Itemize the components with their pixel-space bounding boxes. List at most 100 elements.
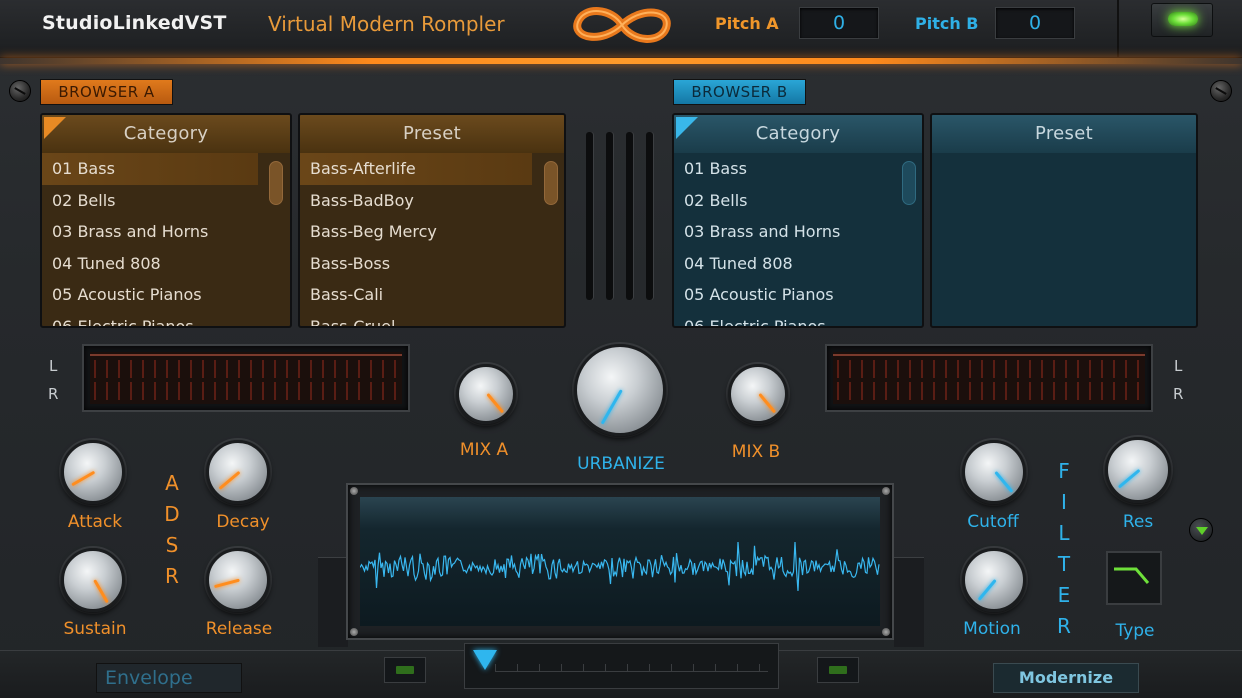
urbanize-label: URBANIZE	[577, 454, 665, 474]
waveform-display	[346, 483, 894, 640]
list-item[interactable]: 02 Bells	[42, 185, 290, 217]
meter-row-l	[94, 360, 398, 378]
list-item[interactable]: 06 Electric Pianos	[674, 311, 922, 327]
speaker-grille	[646, 132, 653, 300]
led-indicator-right[interactable]	[817, 657, 859, 683]
mix-a-label: MIX A	[459, 440, 509, 460]
knob-indicator	[758, 393, 777, 414]
meter-display	[833, 352, 1145, 404]
corner-marker-icon	[676, 117, 698, 139]
sustain-knob[interactable]	[61, 548, 125, 612]
meter-left-l-label: L	[49, 357, 58, 375]
level-meter-b	[825, 344, 1153, 412]
browser-a-category-list: 01 Bass 02 Bells 03 Brass and Horns 04 T…	[42, 153, 290, 327]
corner-marker-icon	[44, 117, 66, 139]
list-item[interactable]: Bass-BadBoy	[300, 185, 564, 217]
browser-b-preset-panel: Preset	[930, 113, 1198, 328]
slider-thumb-icon[interactable]	[473, 650, 497, 670]
list-item[interactable]: Bass-Cali	[300, 279, 564, 311]
motion-label: Motion	[963, 619, 1021, 639]
knob-indicator	[977, 579, 997, 601]
filter-type-selector[interactable]	[1106, 551, 1162, 605]
mix-a-knob[interactable]	[456, 364, 516, 424]
urbanize-knob[interactable]	[574, 344, 666, 436]
knob-indicator	[93, 579, 109, 604]
attack-label: Attack	[67, 512, 123, 532]
app-title: Virtual Modern Rompler	[268, 12, 505, 36]
speaker-grille	[606, 132, 613, 300]
browser-a-preset-panel: Preset Bass-Afterlife Bass-BadBoy Bass-B…	[298, 113, 566, 328]
res-label: Res	[1122, 512, 1154, 532]
bolt-icon	[350, 487, 358, 495]
list-item[interactable]: Bass-Afterlife	[300, 153, 532, 185]
level-meter-a	[82, 344, 410, 412]
list-item[interactable]: 01 Bass	[674, 153, 922, 185]
header-divider	[1117, 0, 1119, 58]
list-item[interactable]: Bass-Beg Mercy	[300, 216, 564, 248]
category-header: Category	[674, 115, 922, 153]
pitch-a-label: Pitch A	[715, 14, 779, 33]
scrollbar-thumb[interactable]	[544, 161, 558, 205]
scrollbar-thumb[interactable]	[902, 161, 916, 205]
meter-row-l	[837, 360, 1141, 378]
decay-knob[interactable]	[206, 440, 270, 504]
mix-b-knob[interactable]	[728, 364, 788, 424]
res-knob[interactable]	[1105, 437, 1171, 503]
cutoff-label: Cutoff	[967, 512, 1019, 532]
list-item[interactable]: 02 Bells	[674, 185, 922, 217]
side-bay	[318, 557, 348, 647]
list-item[interactable]: Bass-Boss	[300, 248, 564, 280]
lowpass-curve-icon	[1114, 567, 1150, 584]
list-item[interactable]: Bass-Cruel	[300, 311, 564, 327]
preset-header: Preset	[300, 115, 564, 153]
header-glow-divider	[0, 58, 1242, 64]
browser-b-tab[interactable]: BROWSER B	[673, 79, 806, 105]
mix-b-label: MIX B	[731, 442, 781, 462]
knob-indicator	[486, 393, 505, 414]
screw-icon	[9, 80, 31, 102]
position-slider[interactable]	[464, 643, 779, 689]
browser-b-category-list: 01 Bass 02 Bells 03 Brass and Horns 04 T…	[674, 153, 922, 327]
list-item[interactable]: 03 Brass and Horns	[674, 216, 922, 248]
knob-indicator	[71, 470, 96, 487]
list-item[interactable]: 01 Bass	[42, 153, 258, 185]
pitch-b-label: Pitch B	[915, 14, 979, 33]
list-item[interactable]: 06 Electric Pianos	[42, 311, 290, 327]
pitch-a-value[interactable]: 0	[799, 7, 879, 39]
list-item[interactable]: 05 Acoustic Pianos	[674, 279, 922, 311]
release-label: Release	[205, 619, 273, 639]
pitch-b-value[interactable]: 0	[995, 7, 1075, 39]
knob-indicator	[994, 471, 1014, 493]
bolt-icon	[350, 628, 358, 636]
chevron-down-icon[interactable]	[1189, 518, 1213, 542]
adsr-vertical-label: A D S R	[164, 471, 180, 588]
led-indicator-left[interactable]	[384, 657, 426, 683]
meter-left-r-label: R	[48, 385, 59, 403]
sustain-label: Sustain	[63, 619, 127, 639]
browser-a-tab[interactable]: BROWSER A	[40, 79, 173, 105]
meter-row-r	[837, 382, 1141, 400]
list-item[interactable]: 04 Tuned 808	[674, 248, 922, 280]
category-header: Category	[42, 115, 290, 153]
knob-indicator	[213, 578, 240, 589]
browser-a-preset-list: Bass-Afterlife Bass-BadBoy Bass-Beg Merc…	[300, 153, 564, 327]
waveform-icon	[360, 541, 880, 591]
motion-knob[interactable]	[962, 548, 1026, 612]
power-button[interactable]	[1151, 3, 1213, 37]
meter-right-r-label: R	[1173, 385, 1184, 403]
meter-display	[90, 352, 402, 404]
bolt-icon	[882, 628, 890, 636]
cutoff-knob[interactable]	[962, 440, 1026, 504]
browser-b-category-panel: Category 01 Bass 02 Bells 03 Brass and H…	[672, 113, 924, 328]
attack-knob[interactable]	[61, 440, 125, 504]
knob-indicator	[218, 470, 241, 490]
speaker-grille	[626, 132, 633, 300]
meter-line	[90, 354, 402, 356]
envelope-button[interactable]: Envelope	[96, 663, 242, 693]
list-item[interactable]: 03 Brass and Horns	[42, 216, 290, 248]
decay-label: Decay	[216, 512, 270, 532]
release-knob[interactable]	[206, 548, 270, 612]
list-item[interactable]: 04 Tuned 808	[42, 248, 290, 280]
list-item[interactable]: 05 Acoustic Pianos	[42, 279, 290, 311]
scrollbar-thumb[interactable]	[269, 161, 283, 205]
